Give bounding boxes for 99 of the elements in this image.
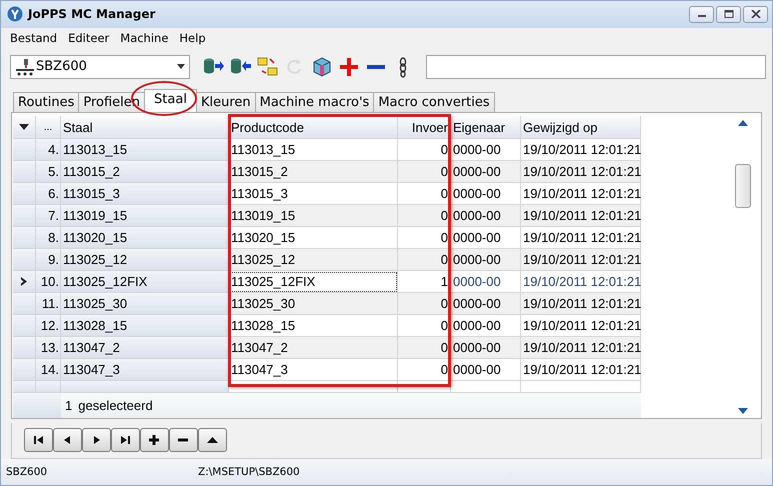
menu-item[interactable]: Editeer — [63, 30, 116, 45]
table-cell: 19/10/2011 12:01:21 — [521, 161, 641, 184]
row-number: 10. — [36, 271, 61, 294]
status-text: Z:\MSETUP\SBZ600 — [198, 466, 300, 478]
minimize-button[interactable] — [689, 6, 714, 23]
cube-button[interactable] — [311, 56, 333, 78]
table-cell: 113020_15 — [61, 227, 229, 250]
dropdown-caret-icon — [177, 64, 185, 70]
row-number: 12. — [36, 315, 61, 338]
table-cell: 113025_30 — [229, 293, 398, 316]
row-number: 9. — [36, 249, 61, 272]
next-record-button[interactable] — [82, 428, 111, 452]
table-cell: 19/10/2011 12:01:21 — [521, 337, 641, 360]
row-number: 13. — [36, 337, 61, 360]
previous-record-icon — [62, 435, 73, 446]
text-field[interactable] — [426, 54, 766, 79]
cube-icon — [311, 56, 333, 78]
status-text: SBZ600 — [5, 466, 48, 478]
close-button[interactable] — [743, 6, 768, 23]
last-record-button[interactable] — [111, 428, 140, 452]
add-record-button[interactable] — [140, 428, 169, 452]
column-header[interactable]: Gewijzigd op — [521, 116, 641, 140]
column-header[interactable]: Invoer — [398, 116, 451, 140]
table-cell: 113025_12FIX — [229, 271, 398, 294]
last-record-icon — [120, 435, 131, 446]
table-cell: 113025_30 — [61, 293, 229, 316]
table-cell: 113028_15 — [61, 315, 229, 338]
close-icon — [750, 10, 760, 18]
table-cell: 113015_3 — [61, 183, 229, 206]
menu-item[interactable]: Bestand — [5, 30, 64, 45]
scroll-down-arrow-icon[interactable] — [738, 408, 748, 414]
row-number: 7. — [36, 205, 61, 228]
scroll-up-arrow-icon[interactable] — [738, 120, 748, 126]
table-cell: 0000-00 — [451, 293, 521, 316]
column-header[interactable]: Staal — [61, 116, 229, 140]
window-title: JoPPS MC Manager — [28, 7, 156, 22]
plus-button[interactable] — [338, 56, 360, 78]
tab[interactable]: Kleuren — [196, 92, 256, 112]
tab[interactable]: Routines — [13, 92, 80, 112]
next-record-icon — [91, 435, 102, 446]
first-record-button[interactable] — [24, 428, 53, 452]
table-cell: 113025_12 — [229, 249, 398, 272]
menu-item[interactable]: Help — [174, 30, 212, 45]
column-header[interactable]: Productcode — [229, 116, 398, 140]
row-number: 4. — [36, 139, 61, 162]
table-cell: 113047_2 — [229, 337, 398, 360]
row-pointer-icon — [21, 277, 27, 286]
table-cell: 0000-00 — [451, 161, 521, 184]
table-cell: 0000-00 — [451, 205, 521, 228]
table-cell: 19/10/2011 12:01:21 — [521, 293, 641, 316]
scrollbar-thumb[interactable] — [735, 164, 751, 208]
table-cell: 19/10/2011 12:01:21 — [521, 249, 641, 272]
table-cell: 0000-00 — [451, 249, 521, 272]
tab[interactable]: Machine macro's — [254, 92, 374, 112]
app-icon — [7, 6, 23, 22]
selection-label: geselecteerd — [78, 398, 153, 414]
table-cell: 0000-00 — [451, 359, 521, 382]
row-number: 8. — [36, 227, 61, 250]
add-record-icon — [149, 435, 160, 446]
table-cell: 0000-00 — [451, 337, 521, 360]
row-number: 11. — [36, 293, 61, 316]
maximize-button[interactable] — [716, 6, 741, 23]
folders-icon — [257, 56, 279, 78]
maximize-icon — [724, 10, 734, 18]
machine-icon — [15, 58, 35, 76]
plus-icon — [338, 56, 360, 78]
delete-record-button[interactable] — [169, 428, 198, 452]
table-cell: 113013_15 — [61, 139, 229, 162]
menu-item[interactable]: Machine — [115, 30, 174, 45]
row-number: 6. — [36, 183, 61, 206]
table-cell: 113019_15 — [229, 205, 398, 228]
dropdown-caret-icon — [19, 124, 29, 130]
table-cell: 113025_12FIX — [61, 271, 229, 294]
column-menu-button[interactable] — [13, 116, 36, 140]
table-cell: 113047_3 — [229, 359, 398, 382]
column-header[interactable]: ... — [36, 116, 61, 140]
table-cell: 113019_15 — [61, 205, 229, 228]
table-cell: 113015_2 — [61, 161, 229, 184]
column-header[interactable]: Eigenaar — [451, 116, 521, 140]
table-cell: 113047_2 — [61, 337, 229, 360]
table-cell: 113025_12 — [61, 249, 229, 272]
table-cell: 19/10/2011 12:01:21 — [521, 205, 641, 228]
tab[interactable]: Staal — [144, 89, 197, 112]
previous-record-button[interactable] — [53, 428, 82, 452]
tab[interactable]: Macro converties — [373, 92, 495, 112]
selection-count: 1 — [65, 398, 72, 414]
move-up-icon — [207, 435, 218, 446]
table-cell: 113047_3 — [61, 359, 229, 382]
first-record-icon — [33, 435, 44, 446]
folders-button[interactable] — [257, 56, 279, 78]
table-cell: 113015_2 — [229, 161, 398, 184]
move-up-button[interactable] — [198, 428, 227, 452]
minus-icon — [367, 64, 385, 69]
table-cell: 19/10/2011 12:01:21 — [521, 359, 641, 382]
row-number: 5. — [36, 161, 61, 184]
table-cell: 0 — [398, 359, 451, 382]
row-header[interactable] — [13, 271, 36, 294]
row-number: 14. — [36, 359, 61, 382]
machine-dropdown[interactable]: SBZ600 — [10, 54, 190, 79]
